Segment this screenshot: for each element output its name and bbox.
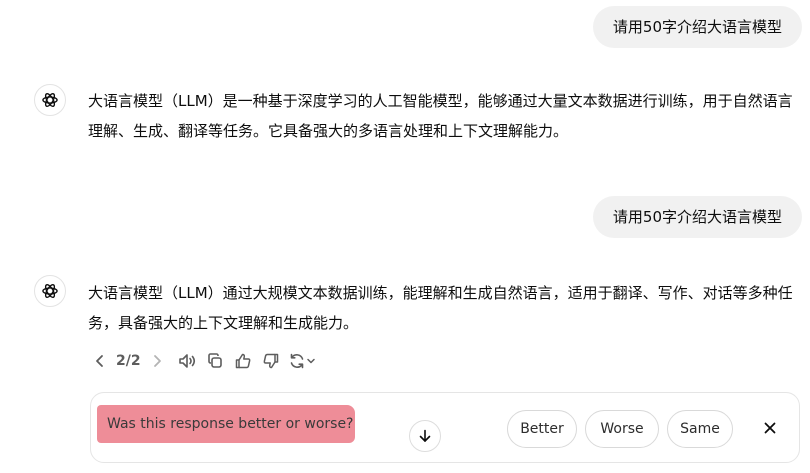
thumbs-up-icon <box>235 353 251 369</box>
thumbs-up-button[interactable] <box>229 348 257 374</box>
openai-logo-icon <box>42 93 58 107</box>
assistant-avatar <box>34 84 66 116</box>
close-feedback-button[interactable] <box>755 413 785 443</box>
copy-icon <box>207 353 222 368</box>
response-counter: 2/2 <box>116 353 141 369</box>
chevron-down-icon <box>306 358 315 364</box>
openai-logo-icon <box>42 284 58 298</box>
feedback-worse-button[interactable]: Worse <box>585 410 659 448</box>
assistant-message-text: 大语言模型（LLM）通过大规模文本数据训练，能理解和生成自然语言，适用于翻译、写… <box>88 284 793 332</box>
feedback-better-button[interactable]: Better <box>507 410 577 448</box>
next-response-button[interactable] <box>147 348 167 374</box>
user-message-text: 请用50字介绍大语言模型 <box>612 208 782 226</box>
message-action-bar: 2/2 <box>90 348 319 374</box>
user-message-bubble: 请用50字介绍大语言模型 <box>592 196 802 238</box>
thumbs-down-button[interactable] <box>257 348 285 374</box>
thumbs-down-icon <box>263 353 278 369</box>
feedback-question: Was this response better or worse? <box>97 405 355 443</box>
scroll-down-button[interactable] <box>409 420 441 452</box>
regenerate-icon <box>290 353 303 369</box>
assistant-message-text: 大语言模型（LLM）是一种基于深度学习的人工智能模型，能够通过大量文本数据进行训… <box>88 92 793 140</box>
chevron-left-icon <box>96 355 103 367</box>
read-aloud-icon <box>178 354 195 368</box>
user-message-bubble: 请用50字介绍大语言模型 <box>592 6 802 48</box>
chevron-right-icon <box>153 355 161 367</box>
close-icon <box>764 422 776 434</box>
feedback-panel: Was this response better or worse? Bette… <box>90 392 800 463</box>
assistant-avatar <box>34 275 66 307</box>
regenerate-button[interactable] <box>285 348 319 374</box>
read-aloud-button[interactable] <box>173 348 201 374</box>
previous-response-button[interactable] <box>90 348 110 374</box>
feedback-same-button[interactable]: Same <box>667 410 733 448</box>
arrow-down-icon <box>419 429 431 442</box>
copy-button[interactable] <box>201 348 229 374</box>
user-message-text: 请用50字介绍大语言模型 <box>612 18 782 36</box>
